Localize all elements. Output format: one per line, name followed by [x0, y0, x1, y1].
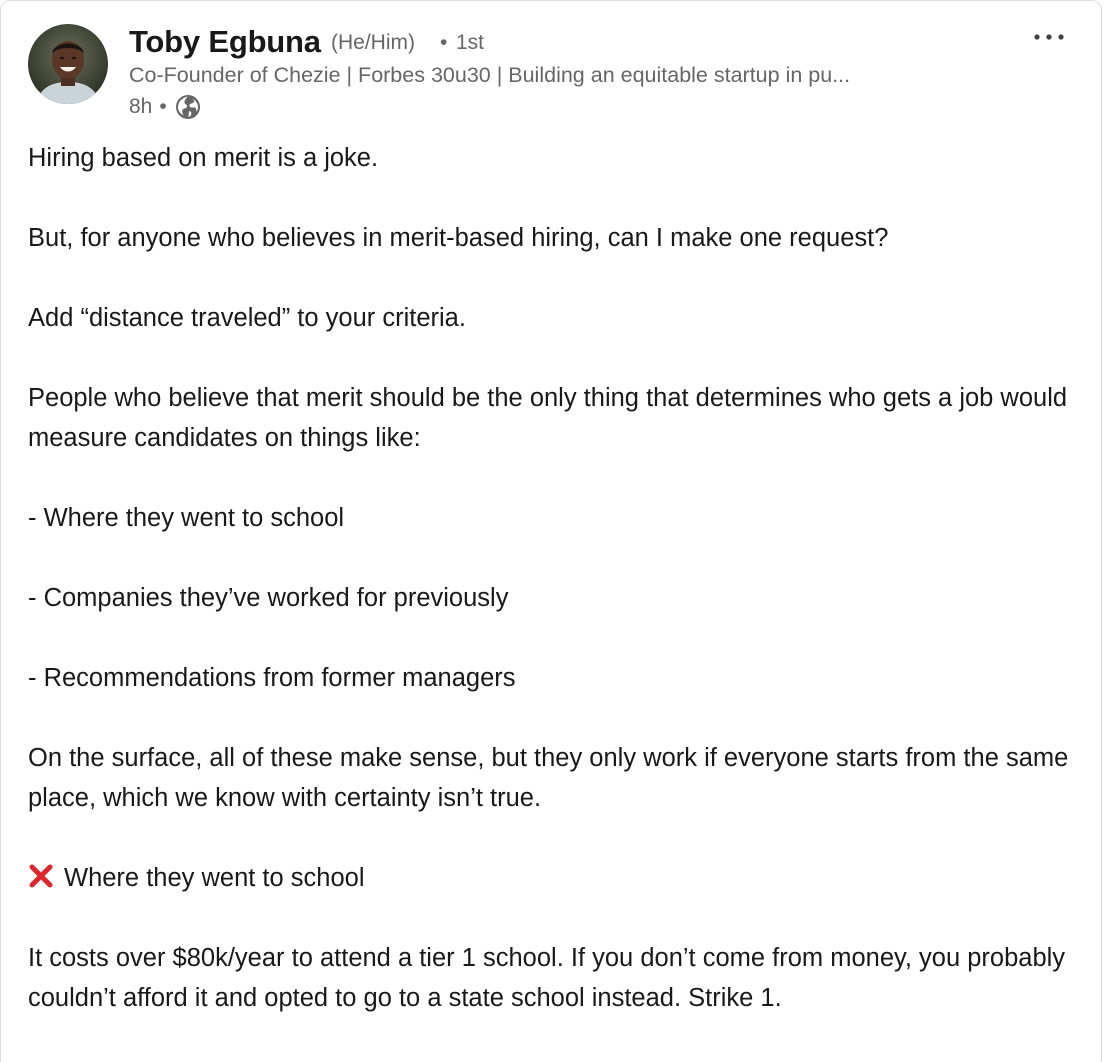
time-separator: • — [159, 95, 167, 118]
list-item: - Recommendations from former managers — [28, 664, 516, 692]
post-paragraph: Add “distance traveled” to your criteria… — [28, 304, 466, 332]
post-paragraph: Hiring based on merit is a joke. — [28, 144, 379, 172]
section-heading: Where they went to school — [28, 858, 1078, 898]
post-text: Hiring based on merit is a joke. But, fo… — [28, 138, 1078, 1058]
author-name[interactable]: Toby Egbuna — [129, 24, 321, 60]
post-timestamp-row: 8h • — [129, 93, 201, 121]
more-options-button[interactable] — [1026, 22, 1072, 52]
post-paragraph: It costs over $80k/year to attend a tier… — [28, 944, 1066, 1012]
more-horizontal-icon — [1034, 34, 1064, 40]
post-paragraph: But, for anyone who believes in merit-ba… — [28, 224, 889, 252]
list-item: - Where they went to school — [28, 504, 345, 532]
connection-degree: 1st — [456, 31, 485, 54]
section-heading-text: Where they went to school — [64, 864, 365, 892]
author-avatar[interactable] — [28, 24, 108, 104]
post-time: 8h — [129, 95, 153, 118]
profile-photo — [28, 24, 108, 104]
meta-separator: • — [440, 31, 448, 54]
post-paragraph: On the surface, all of these make sense,… — [28, 744, 1069, 812]
post-paragraph: People who believe that merit should be … — [28, 384, 1068, 452]
author-pronouns: (He/Him) — [331, 31, 415, 54]
globe-icon — [175, 94, 201, 120]
author-headline[interactable]: Co-Founder of Chezie | Forbes 30u30 | Bu… — [129, 63, 989, 88]
list-item: - Companies they’ve worked for previousl… — [28, 584, 509, 612]
cross-mark-icon — [29, 864, 53, 888]
